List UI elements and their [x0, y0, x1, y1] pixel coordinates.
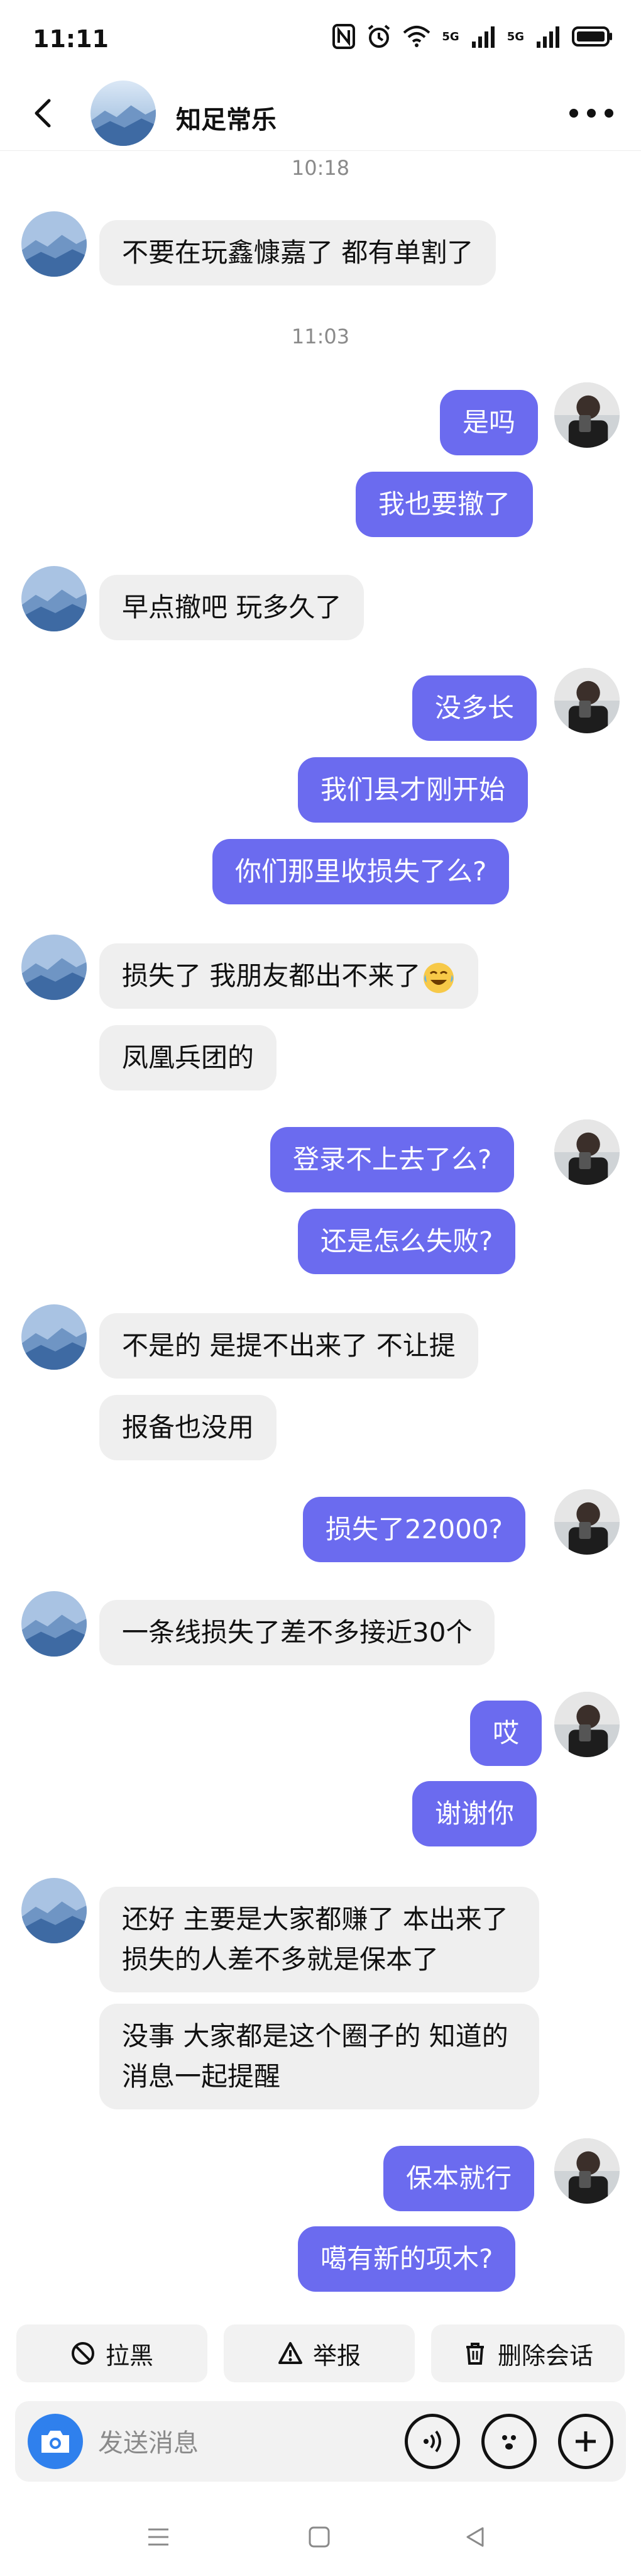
back-arrow-icon[interactable] — [28, 97, 60, 130]
network-5g-label: 5G — [442, 30, 459, 43]
wifi-icon — [403, 26, 430, 47]
back-triangle-icon[interactable] — [463, 2524, 488, 2550]
battery-icon — [572, 26, 612, 47]
message-bubble-outgoing[interactable]: 哎 — [470, 1701, 542, 1766]
message-bubble-outgoing[interactable]: 还是怎么失败? — [298, 1209, 516, 1274]
message-bubble-outgoing[interactable]: 我们县才刚开始 — [298, 757, 529, 823]
timestamp: 11:03 — [291, 325, 350, 348]
system-navigation-bar — [0, 2501, 641, 2576]
more-options-icon[interactable] — [569, 101, 613, 126]
message-bubble-incoming[interactable]: 不要在玩鑫慷嘉了 都有单割了 — [99, 220, 496, 286]
network-5g-label-2: 5G — [507, 30, 524, 43]
my-avatar[interactable] — [554, 1489, 620, 1555]
report-label: 举报 — [312, 2341, 361, 2370]
message-bubble-incoming[interactable]: 报备也没用 — [99, 1395, 277, 1460]
message-bubble-incoming[interactable]: 没事 大家都是这个圈子的 知道的消息一起提醒 — [99, 2004, 539, 2109]
my-avatar[interactable] — [554, 382, 620, 448]
block-icon — [71, 2342, 94, 2365]
contact-avatar[interactable] — [21, 566, 87, 631]
menu-icon[interactable] — [146, 2524, 171, 2550]
contact-avatar[interactable] — [21, 1878, 87, 1943]
message-bubble-outgoing[interactable]: 保本就行 — [383, 2146, 535, 2211]
message-bubble-outgoing[interactable]: 谢谢你 — [412, 1781, 537, 1846]
message-bubble-incoming[interactable]: 不是的 是提不出来了 不让提 — [99, 1313, 478, 1379]
my-avatar[interactable] — [554, 1692, 620, 1757]
message-bubble-incoming[interactable]: 凤凰兵团的 — [99, 1025, 277, 1091]
trash-icon — [466, 2343, 484, 2365]
message-bubble-outgoing[interactable]: 没多长 — [412, 675, 537, 741]
my-avatar[interactable] — [554, 2138, 620, 2204]
contact-avatar[interactable] — [21, 1591, 87, 1657]
message-bubble-incoming[interactable]: 早点撤吧 玩多久了 — [99, 575, 364, 640]
nfc-icon — [332, 24, 356, 49]
my-avatar[interactable] — [554, 1119, 620, 1185]
status-bar: 11:11 5G 5G — [0, 0, 641, 75]
delete-conversation-button[interactable]: 删除会话 — [431, 2324, 625, 2382]
message-input[interactable]: 发送消息 — [98, 2423, 199, 2459]
message-bubble-incoming[interactable]: 一条线损失了差不多接近30个 — [99, 1600, 495, 1665]
emoji-icon[interactable] — [481, 2414, 537, 2469]
message-composer: 发送消息 — [15, 2401, 626, 2482]
chat-title: 知足常乐 — [176, 106, 277, 135]
message-bubble-outgoing[interactable]: 是吗 — [440, 390, 539, 455]
contact-avatar[interactable] — [21, 211, 87, 277]
message-bubble-outgoing[interactable]: 噶有新的项木? — [298, 2226, 516, 2292]
delete-conversation-label: 删除会话 — [497, 2341, 593, 2370]
message-text: 损失了 我朋友都出不来了 — [122, 960, 421, 991]
add-icon[interactable] — [558, 2414, 613, 2469]
status-icons: 5G 5G — [332, 24, 613, 49]
contact-avatar[interactable] — [21, 1304, 87, 1370]
message-bubble-outgoing[interactable]: 损失了22000? — [303, 1497, 525, 1562]
block-label: 拉黑 — [105, 2341, 153, 2370]
home-icon[interactable] — [307, 2524, 332, 2550]
contact-avatar[interactable] — [90, 80, 156, 146]
timestamp: 10:18 — [291, 156, 350, 180]
warning-icon — [278, 2342, 302, 2364]
status-time: 11:11 — [33, 25, 109, 53]
report-button[interactable]: 举报 — [224, 2324, 415, 2382]
my-avatar[interactable] — [554, 668, 620, 733]
contact-avatar[interactable] — [21, 935, 87, 1000]
message-bubble-outgoing[interactable]: 登录不上去了么? — [270, 1127, 515, 1192]
signal-icon-2 — [537, 26, 559, 48]
message-bubble-incoming[interactable]: 损失了 我朋友都出不来了 — [99, 943, 479, 1009]
message-bubble-outgoing[interactable]: 你们那里收损失了么? — [212, 839, 510, 904]
message-bubble-incoming[interactable]: 还好 主要是大家都赚了 本出来了 损失的人差不多就是保本了 — [99, 1887, 539, 1992]
message-bubble-outgoing[interactable]: 我也要撤了 — [356, 472, 534, 537]
chat-header: 知足常乐 — [0, 75, 641, 151]
block-button[interactable]: 拉黑 — [16, 2324, 207, 2382]
voice-icon[interactable] — [405, 2414, 460, 2469]
camera-icon[interactable] — [28, 2414, 83, 2469]
signal-icon — [471, 26, 495, 48]
alarm-icon — [368, 25, 390, 48]
laughing-crying-emoji-icon — [422, 961, 456, 995]
